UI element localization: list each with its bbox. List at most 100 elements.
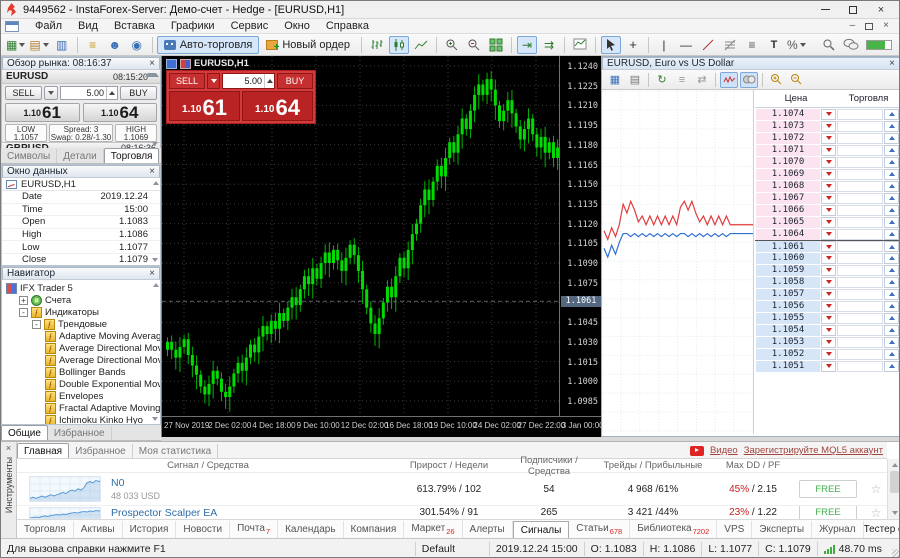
navigator-tab-active[interactable]: Общие [1, 425, 48, 440]
toolbox-tab-item[interactable]: Статьи678 [569, 520, 630, 539]
dom-price-cell[interactable]: 1.1064 [756, 229, 820, 240]
dom-trade-cell[interactable] [837, 181, 883, 192]
navigator-item[interactable]: ƒDouble Exponential Movi [2, 378, 160, 390]
scroll-up-arrow[interactable] [145, 73, 159, 77]
dom-trade-cell[interactable] [837, 289, 883, 300]
dom-sell-chevron[interactable] [821, 325, 836, 336]
navigator-close-icon[interactable]: × [149, 269, 155, 279]
signals-tab-active[interactable]: Главная [17, 443, 69, 458]
dom-sell-chevron[interactable] [821, 205, 836, 216]
toolbox-tab-item[interactable]: Библиотека7202 [630, 520, 717, 539]
scroll-down-arrow[interactable] [152, 142, 158, 146]
dom-tick-chart-icon[interactable] [720, 72, 738, 88]
navigator-item[interactable]: ƒBollinger Bands [2, 366, 160, 378]
chat-icon[interactable] [841, 36, 861, 54]
chart-buy-button[interactable]: BUY [277, 73, 313, 89]
dom-trade-cell[interactable] [837, 157, 883, 168]
signal-name-link[interactable]: Prospector Scalper EA [111, 507, 217, 519]
dom-trade-cell[interactable] [837, 361, 883, 372]
toolbox-tab-item[interactable]: VPS [717, 521, 752, 538]
chart-minimize-icon[interactable]: – [850, 21, 856, 31]
dom-transfer-icon[interactable]: ⇄ [693, 72, 711, 88]
dom-buy-chevron[interactable] [884, 181, 899, 192]
toolbox-tab-item[interactable]: Эксперты [752, 521, 812, 538]
dom-sell-chevron[interactable] [821, 157, 836, 168]
dom-trade-cell[interactable] [837, 205, 883, 216]
dom-buy-chevron[interactable] [884, 289, 899, 300]
navigator-item[interactable]: ƒIchimoku Kinko Hyo [2, 414, 160, 424]
maximize-button[interactable] [839, 2, 867, 18]
sell-price-button[interactable]: 1.10 61 [5, 103, 80, 122]
dom-price-cell[interactable]: 1.1059 [756, 265, 820, 276]
dom-price-cell[interactable]: 1.1068 [756, 181, 820, 192]
toolbox-tab-item[interactable]: Маркет26 [404, 520, 462, 539]
signals-tab-item[interactable]: Моя статистика [133, 444, 219, 458]
dom-price-cell[interactable]: 1.1066 [756, 205, 820, 216]
dom-buy-chevron[interactable] [884, 349, 899, 360]
dom-price-cell[interactable]: 1.1055 [756, 313, 820, 324]
dom-sell-chevron[interactable] [821, 229, 836, 240]
favorite-star-icon[interactable]: ☆ [865, 506, 887, 519]
dom-buy-chevron[interactable] [884, 109, 899, 120]
dom-price-cell[interactable]: 1.1067 [756, 193, 820, 204]
dom-trade-cell[interactable] [837, 241, 883, 252]
dom-trade-cell[interactable] [837, 253, 883, 264]
vertical-line-icon[interactable]: | [654, 36, 674, 54]
dom-sell-chevron[interactable] [821, 193, 836, 204]
dom-buy-chevron[interactable] [884, 301, 899, 312]
dom-buy-chevron[interactable] [884, 313, 899, 324]
volume-increase-icon[interactable] [106, 87, 117, 99]
line-chart-icon[interactable] [411, 36, 431, 54]
dom-buy-chevron[interactable] [884, 253, 899, 264]
new-chart-button[interactable]: ▦ [5, 36, 26, 54]
scroll-down-arrow[interactable] [152, 417, 158, 421]
dom-sell-chevron[interactable] [821, 181, 836, 192]
chart-volume-input[interactable]: 5.00 [222, 73, 275, 89]
menu-item[interactable]: Окно [276, 20, 318, 32]
dom-price-cell[interactable]: 1.1061 [756, 241, 820, 252]
dom-trade-cell[interactable] [837, 133, 883, 144]
dom-sell-chevron[interactable] [821, 145, 836, 156]
navigator-item[interactable]: ƒAdaptive Moving Averag [2, 330, 160, 342]
menu-item[interactable]: Сервис [223, 20, 277, 32]
signals-column-header[interactable]: Прирост / Недели [399, 460, 499, 471]
history-center-button[interactable]: ▥ [52, 36, 72, 54]
dom-price-cell[interactable]: 1.1056 [756, 301, 820, 312]
symbol-row-eurusd[interactable]: EURUSD 08:15:20 [2, 70, 160, 84]
dom-price-cell[interactable]: 1.1058 [756, 277, 820, 288]
navigator-item[interactable]: +¤Счета [2, 294, 160, 306]
buy-price-button[interactable]: 1.10 64 [83, 103, 158, 122]
signal-price-button[interactable]: FREE [799, 480, 857, 498]
market-watch-close-icon[interactable]: × [149, 59, 155, 69]
chart-window[interactable]: EURUSD,H1 SELL 5.00 BUY 1.10 61 [161, 56, 601, 437]
dom-price-cell[interactable]: 1.1053 [756, 337, 820, 348]
dom-trade-cell[interactable] [837, 109, 883, 120]
dom-buy-chevron[interactable] [884, 265, 899, 276]
dom-price-cell[interactable]: 1.1070 [756, 157, 820, 168]
chart-sell-price-button[interactable]: 1.10 61 [169, 91, 240, 121]
dom-trade-cell[interactable] [837, 217, 883, 228]
signal-row[interactable]: Prospector Scalper EA 301.54% / 91 265 3… [17, 506, 887, 519]
market-watch-tab-active[interactable]: Торговля [104, 148, 160, 163]
video-link[interactable]: Видео [710, 445, 738, 456]
dom-sell-chevron[interactable] [821, 337, 836, 348]
strategy-tester-label[interactable]: Тестер стратегий [864, 524, 900, 535]
dom-price-cell[interactable]: 1.1069 [756, 169, 820, 180]
toolbox-tab-item[interactable]: Алерты [463, 521, 513, 538]
signals-column-header[interactable]: Трейды / Прибыльные [599, 460, 707, 471]
dom-buy-chevron[interactable] [884, 361, 899, 372]
navigator-item[interactable]: -ƒТрендовые [2, 318, 160, 330]
navigator-tab-item[interactable]: Избранное [48, 426, 112, 440]
toolbox-tab-item[interactable]: Журнал [812, 521, 864, 538]
menu-item[interactable]: Справка [318, 20, 377, 32]
signals-column-header[interactable]: Max DD / PF [707, 460, 799, 471]
profiles-button[interactable]: ▤ [28, 36, 49, 54]
auto-scroll-icon[interactable]: ⇉ [539, 36, 559, 54]
dom-sell-chevron[interactable] [821, 361, 836, 372]
dom-buy-chevron[interactable] [884, 169, 899, 180]
dom-sell-chevron[interactable] [821, 169, 836, 180]
dom-sell-chevron[interactable] [821, 277, 836, 288]
scroll-up-arrow[interactable] [153, 283, 159, 287]
data-window-close-icon[interactable]: × [149, 167, 155, 177]
toolbox-scrollbar[interactable] [887, 459, 900, 519]
